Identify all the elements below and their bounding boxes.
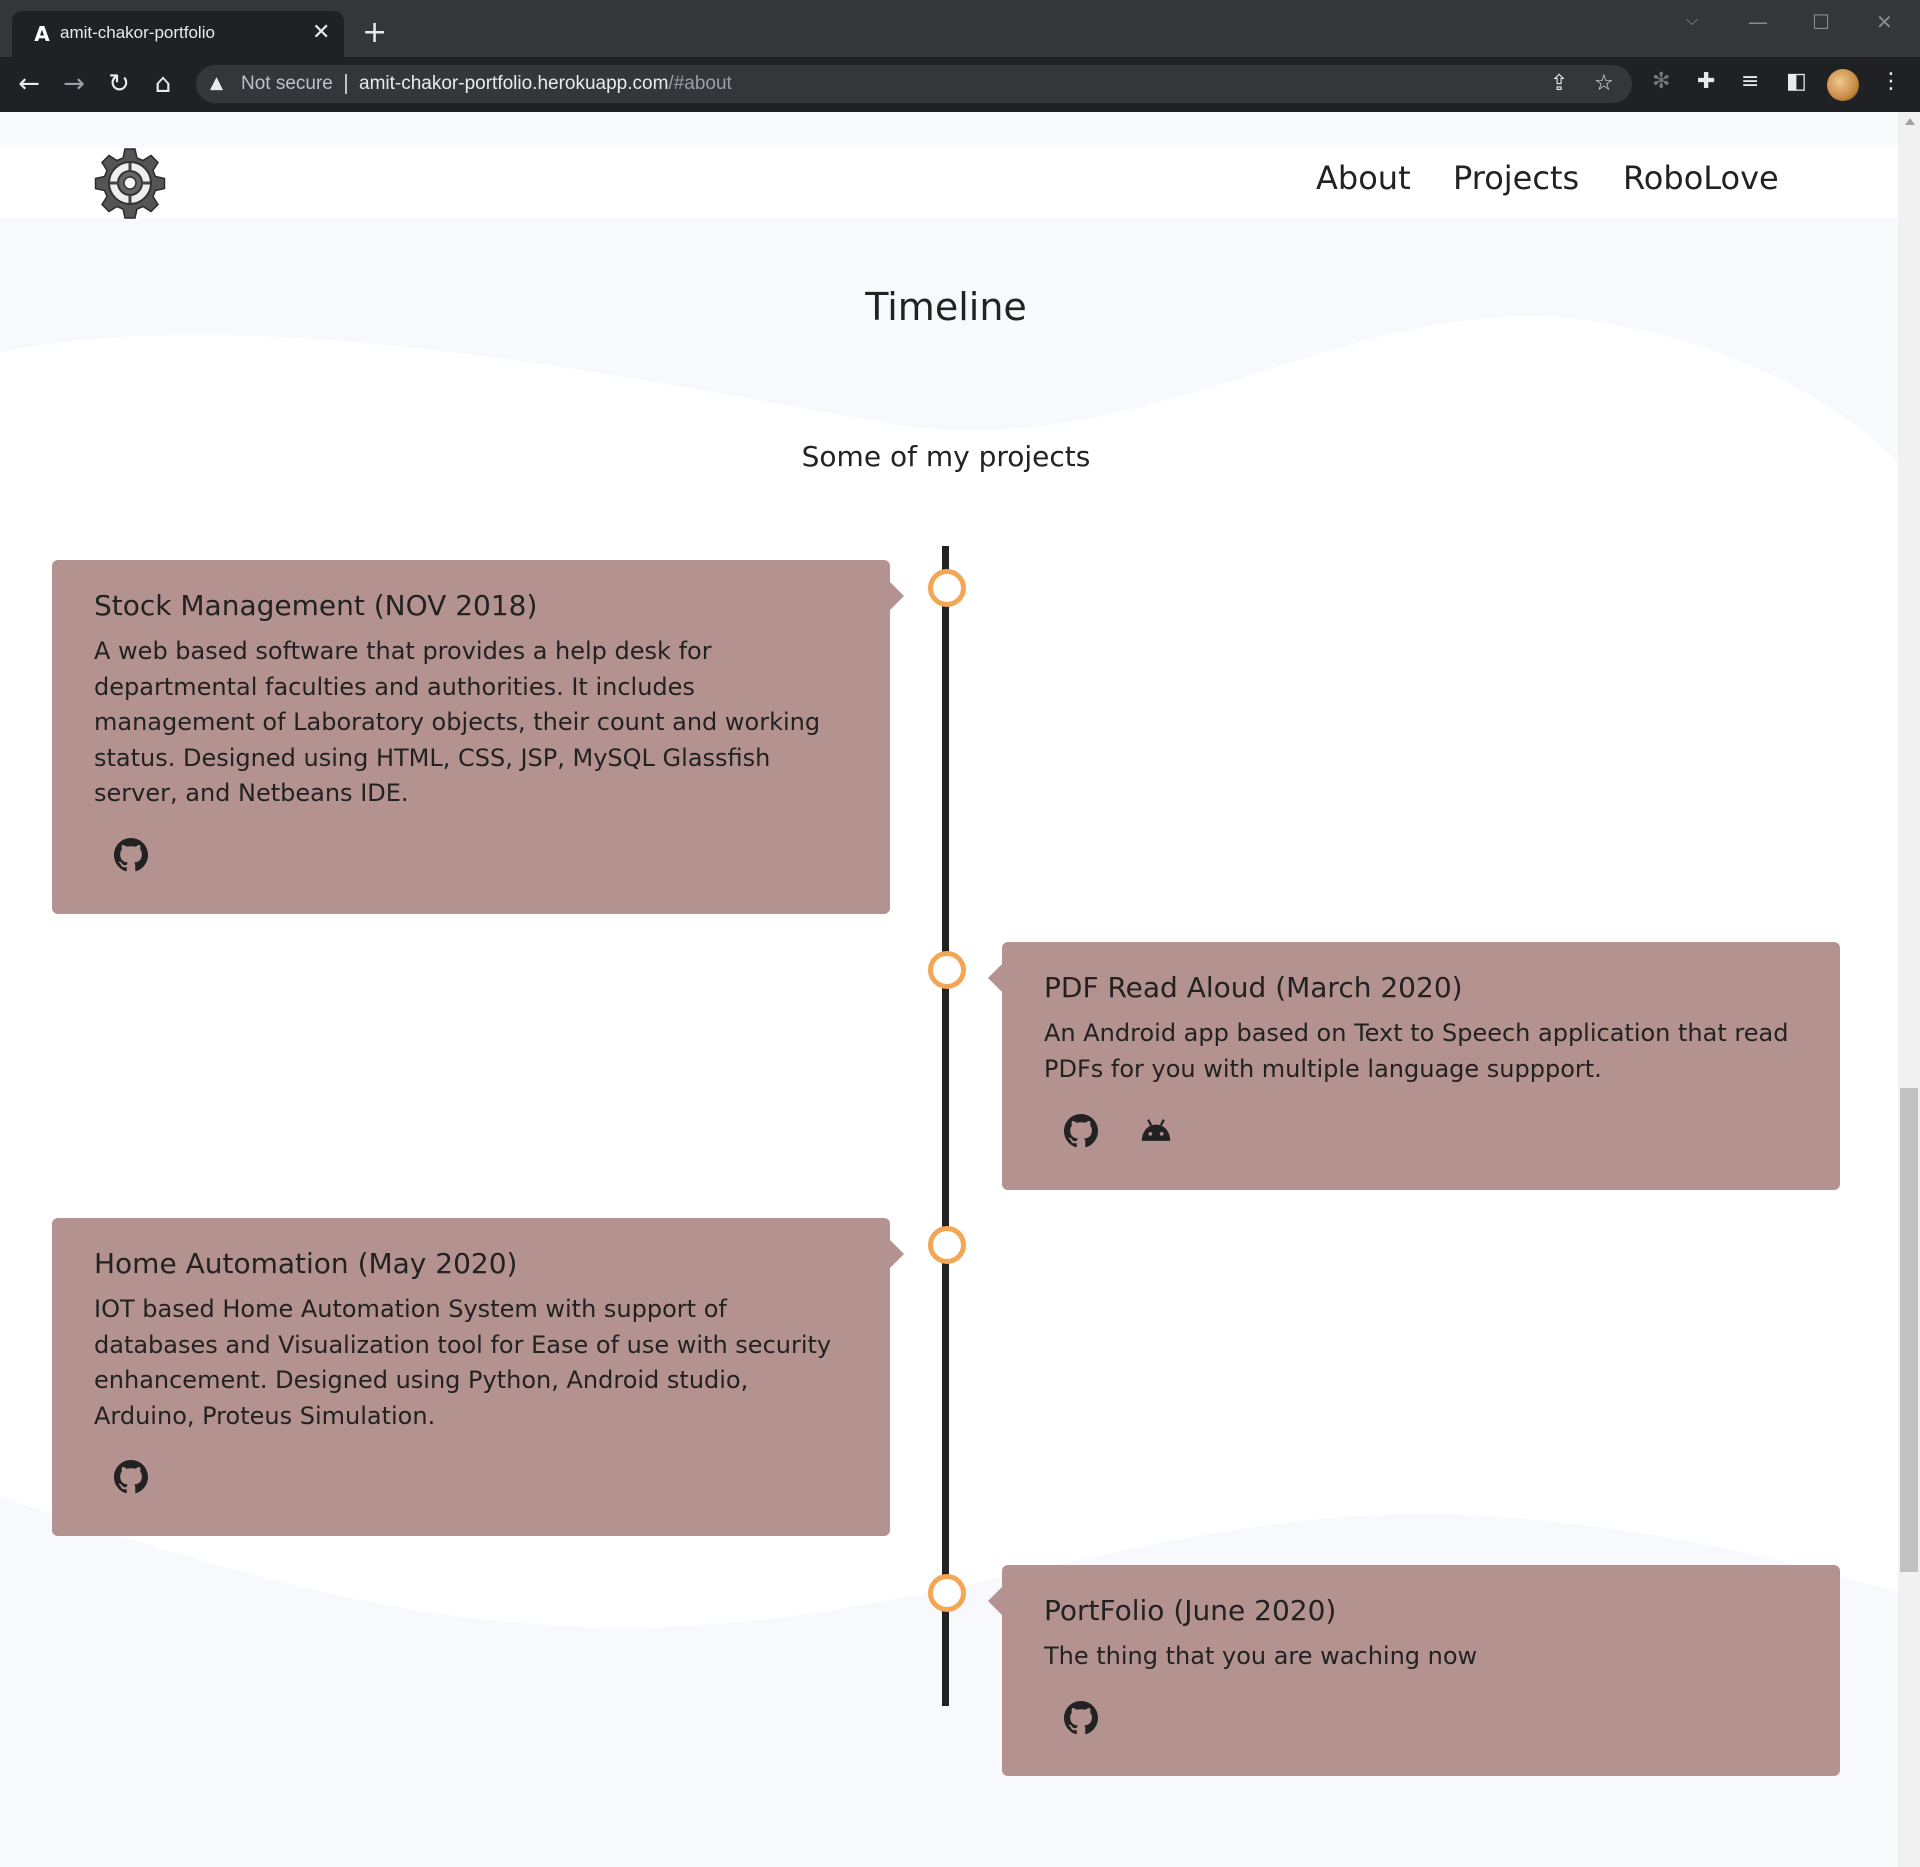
tab-close-icon[interactable]: ✕	[312, 21, 330, 45]
profile-avatar[interactable]	[1827, 69, 1859, 101]
extensions-puzzle-icon[interactable]: ✚	[1697, 69, 1715, 94]
back-arrow-icon[interactable]: ←	[12, 67, 46, 101]
more-menu-icon[interactable]: ⋮	[1880, 69, 1902, 94]
timeline-subtitle: Some of my projects	[801, 440, 1091, 473]
timeline-card: PortFolio (June 2020) The thing that you…	[988, 1565, 1840, 1776]
share-icon[interactable]: ⇪	[1550, 71, 1568, 96]
card-links	[1064, 1114, 1209, 1150]
github-icon[interactable]	[1064, 1701, 1098, 1735]
omnibox-divider	[345, 74, 347, 94]
timeline-dot	[928, 951, 966, 989]
timeline-card: Stock Management (NOV 2018) A web based …	[52, 560, 904, 914]
card-title: PDF Read Aloud (March 2020)	[1044, 971, 1463, 1004]
card-title: Stock Management (NOV 2018)	[94, 589, 538, 622]
card-links	[114, 838, 184, 874]
card-links	[114, 1460, 184, 1496]
timeline-dot	[928, 1226, 966, 1264]
media-queue-icon[interactable]: ≡	[1741, 69, 1759, 94]
scroll-up-arrow-icon[interactable]	[1905, 118, 1915, 125]
card-description: A web based software that provides a hel…	[94, 637, 821, 807]
site-navbar	[0, 147, 1898, 218]
new-tab-icon[interactable]: +	[362, 18, 387, 48]
github-icon[interactable]	[1064, 1114, 1098, 1148]
timeline-dot	[928, 569, 966, 607]
side-panel-icon[interactable]: ◧	[1786, 69, 1807, 94]
bookmark-star-icon[interactable]: ☆	[1594, 71, 1614, 96]
android-icon[interactable]	[1139, 1114, 1173, 1148]
reload-icon[interactable]: ↻	[102, 67, 136, 101]
timeline-line	[942, 546, 949, 1706]
timeline-card: Home Automation (May 2020) IOT based Hom…	[52, 1218, 904, 1536]
tab-title: amit-chakor-portfolio	[60, 23, 215, 42]
nav-about-link[interactable]: About	[1316, 159, 1411, 197]
github-icon[interactable]	[114, 838, 148, 872]
url-path: /#about	[668, 73, 732, 94]
browser-tab[interactable]: A amit-chakor-portfolio ✕	[12, 11, 344, 57]
maximize-icon[interactable]: ☐	[1812, 10, 1830, 34]
card-title: Home Automation (May 2020)	[94, 1247, 518, 1280]
minimize-icon[interactable]: —	[1748, 10, 1768, 34]
tab-search-icon[interactable]: ⌵	[1686, 10, 1698, 30]
nav-robolove-link[interactable]: RoboLove	[1623, 159, 1779, 197]
page-scrollbar[interactable]	[1898, 112, 1920, 1867]
timeline-card: PDF Read Aloud (March 2020) An Android a…	[988, 942, 1840, 1190]
timeline-dot	[928, 1574, 966, 1612]
tab-favicon-icon: A	[34, 22, 50, 46]
card-description: The thing that you are waching now	[1044, 1642, 1478, 1670]
security-status[interactable]: Not secure	[241, 73, 333, 95]
gear-logo-icon[interactable]	[94, 147, 166, 219]
browser-toolbar: ← → ↻ ⌂ ▲ Not secure amit-chakor-portfol…	[0, 57, 1920, 112]
forward-arrow-icon[interactable]: →	[57, 67, 91, 101]
extension-bug-icon[interactable]: ✻	[1652, 69, 1670, 94]
url-text[interactable]: amit-chakor-portfolio.herokuapp.com/#abo…	[359, 73, 732, 95]
card-links	[1064, 1701, 1134, 1737]
scrollbar-thumb[interactable]	[1900, 1088, 1918, 1572]
card-description: IOT based Home Automation System with su…	[94, 1295, 832, 1430]
card-description: An Android app based on Text to Speech a…	[1044, 1019, 1789, 1083]
url-host: amit-chakor-portfolio.herokuapp.com	[359, 73, 669, 94]
home-icon[interactable]: ⌂	[146, 67, 180, 101]
address-bar[interactable]: ▲ Not secure amit-chakor-portfolio.herok…	[196, 65, 1632, 103]
timeline-title: Timeline	[865, 285, 1027, 329]
warning-icon: ▲	[210, 73, 224, 93]
browser-tabstrip: A amit-chakor-portfolio ✕ + ⌵ — ☐ ✕	[0, 0, 1920, 57]
window-close-icon[interactable]: ✕	[1876, 10, 1893, 34]
card-title: PortFolio (June 2020)	[1044, 1594, 1337, 1627]
nav-projects-link[interactable]: Projects	[1453, 159, 1579, 197]
github-icon[interactable]	[114, 1460, 148, 1494]
